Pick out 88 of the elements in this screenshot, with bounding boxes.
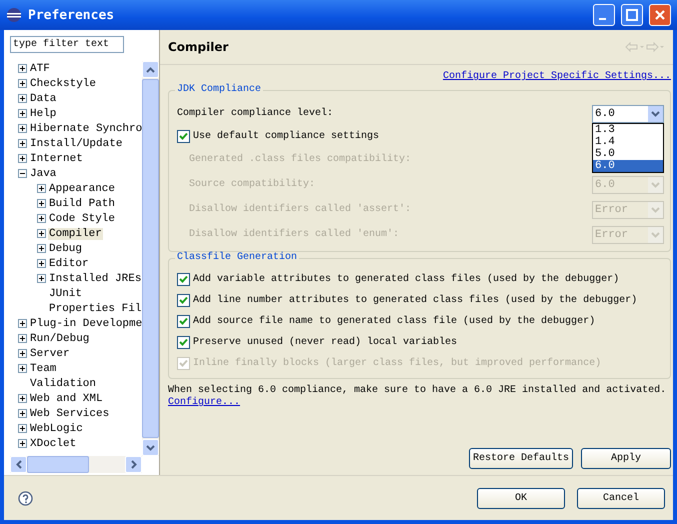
minimize-button[interactable] bbox=[593, 4, 615, 26]
expand-icon[interactable] bbox=[18, 394, 27, 403]
tree-item[interactable]: Web Services bbox=[29, 408, 110, 420]
checkbox[interactable] bbox=[177, 336, 190, 349]
expand-icon[interactable] bbox=[18, 334, 27, 343]
tree-item[interactable]: Compiler bbox=[48, 228, 103, 240]
tree-item[interactable]: Install/Update bbox=[29, 138, 124, 150]
expand-icon[interactable] bbox=[37, 259, 46, 268]
checkbox-label: Inline finally blocks (larger class files, but improved performance) bbox=[193, 358, 602, 369]
expand-icon[interactable] bbox=[18, 94, 27, 103]
expand-icon[interactable] bbox=[37, 274, 46, 283]
tree-item[interactable]: Web and XML bbox=[29, 392, 104, 404]
expand-icon[interactable] bbox=[18, 64, 27, 73]
restore-defaults-button[interactable]: Restore Defaults bbox=[469, 448, 573, 469]
checkbox[interactable] bbox=[177, 273, 190, 286]
dropdown-option[interactable]: 6.0 bbox=[593, 160, 663, 172]
tree-item[interactable]: Data bbox=[29, 92, 58, 104]
expand-icon[interactable] bbox=[18, 79, 27, 88]
tree-item[interactable]: ATF bbox=[29, 62, 51, 74]
minimize-icon bbox=[599, 18, 606, 20]
field-label: Disallow identifiers called 'assert': bbox=[188, 204, 412, 215]
tree-item[interactable]: Checkstyle bbox=[29, 78, 98, 90]
horizontal-scrollbar[interactable] bbox=[10, 456, 142, 473]
window-title: Preferences bbox=[28, 8, 116, 22]
expand-icon[interactable] bbox=[37, 214, 46, 223]
group-title: JDK Compliance bbox=[175, 84, 264, 95]
checkbox[interactable] bbox=[177, 294, 190, 307]
apply-button[interactable]: Apply bbox=[581, 448, 671, 469]
tree-item[interactable]: Code Style bbox=[48, 212, 116, 224]
tree-item[interactable]: Java bbox=[29, 168, 58, 180]
checkbox[interactable] bbox=[177, 130, 190, 143]
tree-item[interactable]: Debug bbox=[48, 242, 84, 254]
field-label: Source compatibility: bbox=[188, 179, 316, 190]
tree-item[interactable]: JUnit bbox=[48, 288, 84, 300]
expand-icon[interactable] bbox=[18, 364, 27, 373]
expand-icon[interactable] bbox=[18, 139, 27, 148]
expand-icon[interactable] bbox=[37, 199, 46, 208]
filter-field[interactable]: type filter text bbox=[10, 36, 124, 53]
expand-icon[interactable] bbox=[18, 409, 27, 418]
tree-item[interactable]: Properties Fil bbox=[48, 302, 142, 314]
checkbox-label: Preserve unused (never read) local variables bbox=[193, 337, 458, 348]
collapse-icon[interactable] bbox=[18, 169, 27, 178]
tree-item[interactable]: Installed JREs bbox=[48, 272, 142, 284]
checkbox[interactable] bbox=[177, 315, 190, 328]
cancel-button[interactable]: Cancel bbox=[577, 488, 665, 508]
tree-item[interactable]: Build Path bbox=[48, 198, 116, 210]
checkbox-label: Add variable attributes to generated class files (used by the debugger) bbox=[193, 274, 620, 285]
expand-icon[interactable] bbox=[18, 124, 27, 133]
tree-item[interactable]: XDoclet bbox=[29, 438, 78, 450]
expand-icon[interactable] bbox=[18, 349, 27, 358]
checkbox-label: Add source file name to generated class file (used by the debugger) bbox=[193, 316, 596, 327]
field-label: Compiler compliance level: bbox=[177, 108, 334, 119]
ok-button[interactable]: OK bbox=[477, 488, 565, 508]
help-icon[interactable] bbox=[18, 490, 33, 506]
close-icon bbox=[654, 9, 666, 21]
field-label: Disallow identifiers called 'enum': bbox=[188, 229, 400, 240]
tree-item[interactable]: Hibernate Synchro bbox=[29, 122, 142, 134]
expand-icon[interactable] bbox=[37, 229, 46, 238]
expand-icon[interactable] bbox=[18, 109, 27, 118]
expand-icon[interactable] bbox=[18, 439, 27, 448]
tree-item[interactable]: WebLogic bbox=[29, 422, 84, 434]
expand-icon[interactable] bbox=[37, 184, 46, 193]
tree-item[interactable]: Editor bbox=[48, 258, 90, 270]
expand-icon[interactable] bbox=[37, 244, 46, 253]
maximize-icon bbox=[626, 9, 638, 21]
vertical-scrollbar[interactable] bbox=[142, 61, 159, 456]
close-button[interactable] bbox=[649, 4, 671, 26]
checkbox-label: Add line number attributes to generated class files (used by the debugger) bbox=[193, 295, 638, 306]
expand-icon[interactable] bbox=[18, 319, 27, 328]
project-settings-link[interactable]: Configure Project Specific Settings... bbox=[442, 71, 671, 82]
compliance-dropdown[interactable]: 6.0 bbox=[592, 104, 664, 122]
tree-item[interactable]: Run/Debug bbox=[29, 332, 90, 344]
note-text: When selecting 6.0 compliance, make sure to have a 6.0 JRE installed and activated. bbox=[168, 385, 668, 396]
expand-icon[interactable] bbox=[18, 154, 27, 163]
app-icon bbox=[6, 7, 22, 23]
tree-item[interactable]: Team bbox=[29, 362, 58, 374]
tree-item[interactable]: Server bbox=[29, 348, 71, 360]
configure-link[interactable]: Configure... bbox=[168, 397, 240, 408]
tree-item[interactable]: Validation bbox=[29, 378, 98, 390]
checkbox-label: Use default compliance settings bbox=[193, 131, 380, 142]
field-label: Generated .class files compatibility: bbox=[188, 154, 412, 165]
maximize-button[interactable] bbox=[621, 4, 643, 26]
tree-item[interactable]: Help bbox=[29, 108, 58, 120]
expand-icon[interactable] bbox=[18, 424, 27, 433]
tree-item[interactable]: Plug-in Developme bbox=[29, 318, 142, 330]
page-title: Compiler bbox=[168, 40, 228, 54]
tree-item[interactable]: Appearance bbox=[48, 182, 116, 194]
tree-item[interactable]: Internet bbox=[29, 152, 84, 164]
